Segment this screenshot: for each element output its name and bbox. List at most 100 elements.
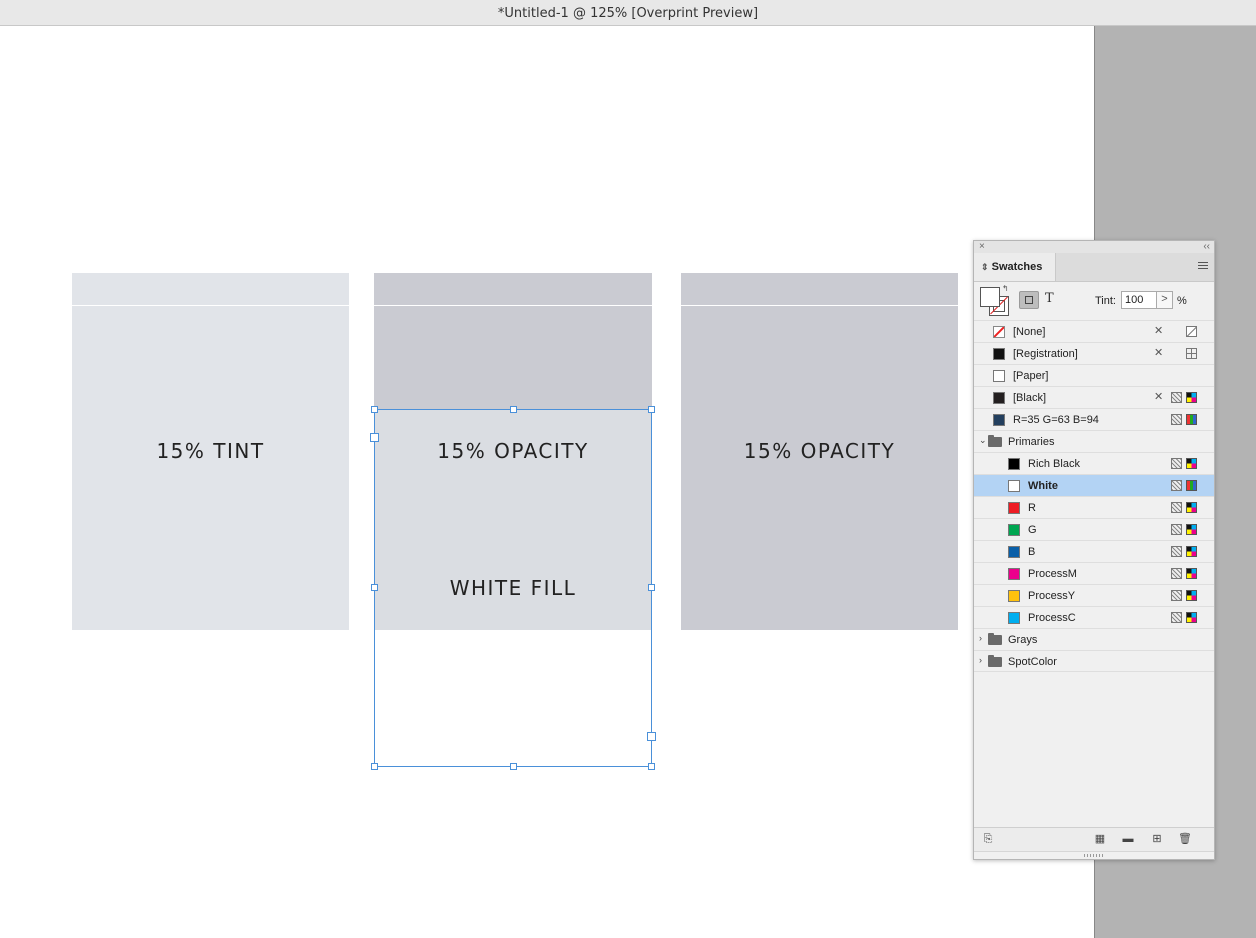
- cmyk-mode-icon: [1186, 392, 1197, 403]
- swatch-row-b[interactable]: B: [974, 540, 1214, 562]
- swatches-panel: × ‹‹ ⇕ Swatches ↰ T Tint: 100 > % [None]…: [973, 240, 1215, 860]
- swatch-name: [Paper]: [1013, 370, 1049, 382]
- opacity-box-right-divider: [681, 305, 958, 306]
- selection-handle-middle-left[interactable]: [371, 584, 378, 591]
- tab-arrows-icon: ⇕: [981, 262, 989, 272]
- close-icon[interactable]: ×: [979, 241, 985, 252]
- swatch-group-grays[interactable]: › Grays: [974, 628, 1214, 650]
- swatch-name: ProcessY: [1028, 590, 1076, 602]
- fill-stroke-proxy[interactable]: ↰: [980, 284, 1010, 317]
- swatch-chip-processy: [1008, 590, 1020, 602]
- cmyk-mode-icon: [1186, 546, 1197, 557]
- swatch-row-rich-black[interactable]: Rich Black: [974, 452, 1214, 474]
- selection-handle-bottom-center[interactable]: [510, 763, 517, 770]
- swatch-row-none[interactable]: [None] ✕: [974, 320, 1214, 342]
- swatch-row-black[interactable]: [Black] ✕: [974, 386, 1214, 408]
- swatch-group-spotcolor[interactable]: › SpotColor: [974, 650, 1214, 672]
- swatch-name: R=35 G=63 B=94: [1013, 414, 1099, 426]
- swatch-row-registration[interactable]: [Registration] ✕: [974, 342, 1214, 364]
- collapse-icon[interactable]: ‹‹: [1203, 241, 1210, 252]
- panel-resize-grip[interactable]: [974, 851, 1214, 860]
- chevron-right-icon[interactable]: ›: [979, 655, 982, 665]
- swatch-name: G: [1028, 524, 1037, 536]
- process-color-icon: [1171, 502, 1182, 513]
- tint-box-label: 15% TINT: [156, 439, 265, 463]
- non-editable-icon: ✕: [1154, 325, 1164, 337]
- swatch-chip-rich-black: [1008, 458, 1020, 470]
- swatch-chip-processc: [1008, 612, 1020, 624]
- swatch-name: Rich Black: [1028, 458, 1080, 470]
- swatch-row-processm[interactable]: ProcessM: [974, 562, 1214, 584]
- swatch-row-paper[interactable]: [Paper]: [974, 364, 1214, 386]
- selection-handle-top-center[interactable]: [510, 406, 517, 413]
- out-port-handle[interactable]: [647, 732, 656, 741]
- tint-percent-label: %: [1177, 295, 1187, 307]
- swatch-chip-registration: [993, 348, 1005, 360]
- swatch-name: [None]: [1013, 326, 1046, 338]
- tint-slider-button[interactable]: >: [1157, 291, 1173, 309]
- swatch-row-r[interactable]: R: [974, 496, 1214, 518]
- delete-swatch-trash-icon[interactable]: 🗑: [1178, 833, 1192, 845]
- opacity-box-right-label: 15% OPACITY: [743, 439, 896, 463]
- group-name: Primaries: [1008, 436, 1055, 448]
- tint-input[interactable]: 100: [1121, 291, 1157, 309]
- swap-fill-stroke-icon[interactable]: ↰: [1002, 284, 1009, 293]
- swatch-name: B: [1028, 546, 1036, 558]
- chevron-down-icon[interactable]: ⌄: [979, 435, 987, 446]
- fill-swatch-icon[interactable]: [980, 287, 1000, 307]
- swatch-name: [Registration]: [1013, 348, 1078, 360]
- cmyk-mode-icon: [1186, 568, 1197, 579]
- selection-handle-bottom-right[interactable]: [648, 763, 655, 770]
- process-color-icon: [1171, 590, 1182, 601]
- swatch-row-g[interactable]: G: [974, 518, 1214, 540]
- cmyk-mode-icon: [1186, 502, 1197, 513]
- in-port-handle[interactable]: [370, 433, 379, 442]
- group-name: Grays: [1008, 634, 1038, 646]
- selection-handle-top-right[interactable]: [648, 406, 655, 413]
- swatch-name: White: [1028, 480, 1058, 492]
- folder-icon: [988, 633, 1002, 645]
- swatch-chip-black: [993, 392, 1005, 404]
- process-color-icon: [1171, 524, 1182, 535]
- swatch-name: ProcessM: [1028, 568, 1077, 580]
- chevron-right-icon[interactable]: ›: [979, 633, 982, 643]
- swatch-row-processc[interactable]: ProcessC: [974, 606, 1214, 628]
- place-swatches-icon[interactable]: ⎘: [982, 833, 994, 845]
- window-title-bar: *Untitled-1 @ 125% [Overprint Preview]: [0, 0, 1256, 26]
- swatch-chip-none: [993, 326, 1005, 338]
- tint-box-divider: [72, 305, 349, 306]
- new-group-folder-icon[interactable]: ▬: [1122, 833, 1134, 845]
- panel-menu-icon[interactable]: [1198, 262, 1208, 271]
- swatch-chip-rgb-35-63-94: [993, 414, 1005, 426]
- cmyk-mode-icon: [1186, 590, 1197, 601]
- swatch-group-primaries[interactable]: ⌄ Primaries: [974, 430, 1214, 452]
- new-swatch-icon[interactable]: ⊞: [1151, 833, 1163, 845]
- rgb-mode-icon: [1186, 480, 1197, 491]
- cmyk-mode-icon: [1186, 524, 1197, 535]
- formatting-container-button[interactable]: [1019, 291, 1039, 309]
- process-color-icon: [1171, 546, 1182, 557]
- swatch-row-processy[interactable]: ProcessY: [974, 584, 1214, 606]
- tab-swatches-label: Swatches: [991, 261, 1043, 273]
- process-color-icon: [1171, 480, 1182, 491]
- formatting-text-button[interactable]: T: [1045, 291, 1054, 306]
- swatch-views-icon[interactable]: ▦: [1094, 833, 1106, 845]
- selection-handle-top-left[interactable]: [371, 406, 378, 413]
- non-editable-icon: ✕: [1154, 347, 1164, 359]
- selection-handle-bottom-left[interactable]: [371, 763, 378, 770]
- tab-swatches[interactable]: ⇕ Swatches: [974, 253, 1056, 281]
- rgb-mode-icon: [1186, 414, 1197, 425]
- swatch-chip-g: [1008, 524, 1020, 536]
- selection-frame[interactable]: [374, 409, 652, 767]
- swatch-row-rgb-35-63-94[interactable]: R=35 G=63 B=94: [974, 408, 1214, 430]
- document-page[interactable]: 15% TINT 15% OPACITY WHITE FILL 15% OPAC…: [0, 26, 1095, 938]
- selection-handle-middle-right[interactable]: [648, 584, 655, 591]
- swatch-chip-white: [1008, 480, 1020, 492]
- swatch-chip-processm: [1008, 568, 1020, 580]
- swatch-row-white[interactable]: White: [974, 474, 1214, 496]
- process-color-icon: [1171, 568, 1182, 579]
- swatch-list: [None] ✕ [Registration] ✕ [Paper] [Black…: [974, 320, 1214, 672]
- registration-icon: [1186, 348, 1197, 359]
- tint-label: Tint:: [1095, 295, 1116, 307]
- swatch-chip-b: [1008, 546, 1020, 558]
